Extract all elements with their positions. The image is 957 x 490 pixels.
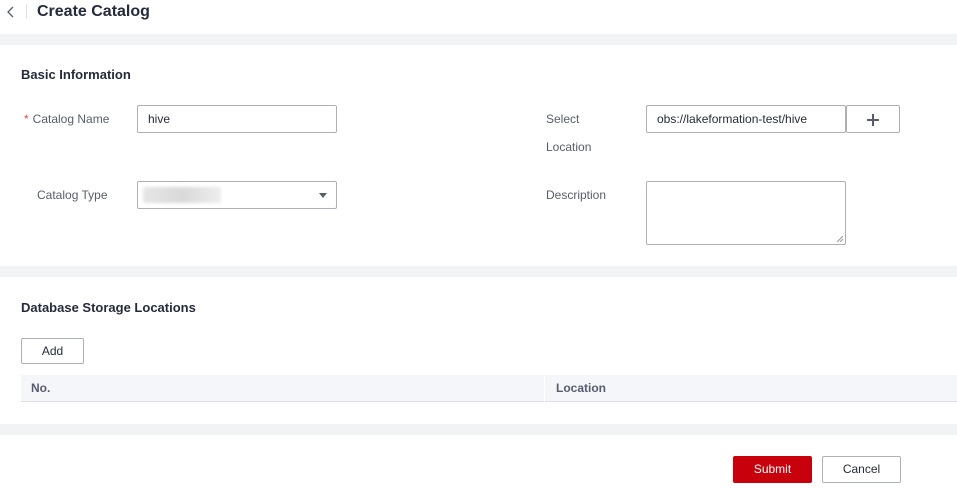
catalog-name-label-text: Catalog Name (32, 112, 110, 126)
header-divider (26, 4, 27, 19)
chevron-left-icon (7, 6, 14, 18)
catalog-name-input[interactable] (137, 105, 337, 133)
select-location-label: Select Location (546, 105, 591, 161)
select-location-input[interactable] (646, 105, 846, 133)
column-header-no: No. (31, 381, 51, 395)
storage-table-header: No. Location (21, 375, 957, 402)
select-location-label-line2: Location (546, 140, 592, 154)
description-textarea[interactable] (646, 181, 846, 245)
add-button[interactable]: Add (21, 338, 84, 364)
storage-locations-title: Database Storage Locations (21, 300, 196, 315)
catalog-type-value-redacted (143, 187, 221, 203)
section-gap (0, 424, 957, 435)
select-location-label-line1: Select (546, 112, 580, 126)
plus-icon-v (872, 113, 874, 126)
catalog-type-select[interactable] (137, 181, 337, 209)
basic-information-title: Basic Information (21, 67, 131, 82)
caret-down-icon (319, 193, 327, 198)
submit-button[interactable]: Submit (733, 456, 812, 483)
catalog-type-label: Catalog Type (37, 188, 108, 202)
add-location-button[interactable] (846, 105, 900, 133)
section-gap (0, 34, 957, 45)
page-header: Create Catalog (0, 0, 957, 34)
catalog-name-label: * Catalog Name (24, 105, 109, 133)
required-mark: * (24, 112, 29, 126)
description-label: Description (546, 188, 607, 202)
column-divider (544, 375, 545, 402)
column-header-location: Location (556, 381, 606, 395)
section-gap (0, 266, 957, 277)
page-title: Create Catalog (37, 3, 150, 20)
back-button[interactable] (4, 4, 18, 20)
cancel-button[interactable]: Cancel (822, 456, 901, 483)
resize-grip-icon[interactable] (836, 235, 843, 242)
